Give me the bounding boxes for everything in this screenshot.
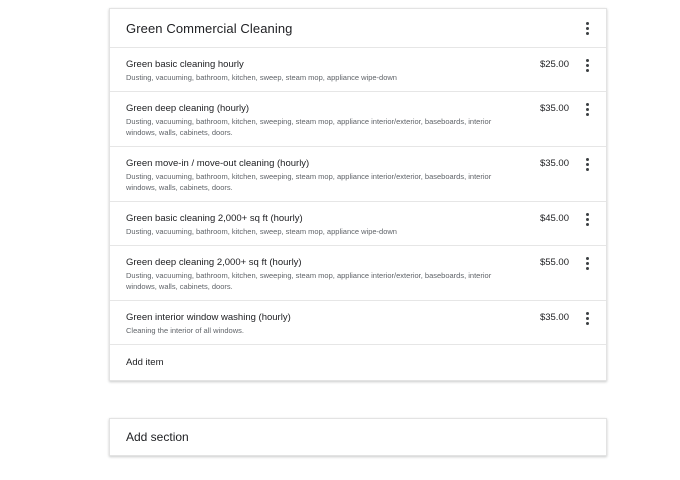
section-title: Green Commercial Cleaning	[126, 20, 293, 36]
items-list: Green basic cleaning hourly Dusting, vac…	[110, 48, 606, 345]
item-price: $35.00	[539, 312, 569, 323]
item-title: Green basic cleaning hourly	[126, 59, 244, 70]
item-description: Dusting, vacuuming, bathroom, kitchen, s…	[126, 227, 397, 236]
item-description: Cleaning the interior of all windows.	[126, 326, 244, 335]
item-price: $45.00	[539, 213, 569, 224]
item-price: $35.00	[539, 158, 569, 169]
item-title: Green interior window washing (hourly)	[126, 312, 291, 323]
section-card: Green Commercial Cleaning Green basic cl…	[109, 8, 607, 381]
item-description: Dusting, vacuuming, bathroom, kitchen, s…	[126, 172, 492, 192]
list-item[interactable]: Green deep cleaning (hourly) Dusting, va…	[110, 92, 606, 147]
item-price: $25.00	[539, 59, 569, 70]
list-item[interactable]: Green deep cleaning 2,000+ sq ft (hourly…	[110, 246, 606, 301]
item-price: $35.00	[539, 103, 569, 114]
item-more-icon[interactable]	[578, 309, 596, 327]
list-item[interactable]: Green interior window washing (hourly) C…	[110, 301, 606, 345]
list-item[interactable]: Green basic cleaning 2,000+ sq ft (hourl…	[110, 202, 606, 246]
services-editor-page: Green Commercial Cleaning Green basic cl…	[0, 0, 680, 480]
item-more-icon[interactable]	[578, 254, 596, 272]
section-more-icon[interactable]	[578, 19, 596, 37]
item-description: Dusting, vacuuming, bathroom, kitchen, s…	[126, 271, 492, 291]
add-section-button[interactable]: Add section	[109, 418, 607, 456]
item-description: Dusting, vacuuming, bathroom, kitchen, s…	[126, 73, 397, 82]
item-more-icon[interactable]	[578, 100, 596, 118]
item-more-icon[interactable]	[578, 210, 596, 228]
add-item-button[interactable]: Add item	[110, 345, 606, 380]
list-item[interactable]: Green move-in / move-out cleaning (hourl…	[110, 147, 606, 202]
item-description: Dusting, vacuuming, bathroom, kitchen, s…	[126, 117, 492, 137]
section-header: Green Commercial Cleaning	[110, 9, 606, 48]
item-title: Green move-in / move-out cleaning (hourl…	[126, 158, 310, 169]
item-more-icon[interactable]	[578, 56, 596, 74]
item-more-icon[interactable]	[578, 155, 596, 173]
item-title: Green basic cleaning 2,000+ sq ft (hourl…	[126, 213, 303, 224]
item-title: Green deep cleaning (hourly)	[126, 103, 250, 114]
list-item[interactable]: Green basic cleaning hourly Dusting, vac…	[110, 48, 606, 92]
item-title: Green deep cleaning 2,000+ sq ft (hourly…	[126, 257, 302, 268]
item-price: $55.00	[539, 257, 569, 268]
